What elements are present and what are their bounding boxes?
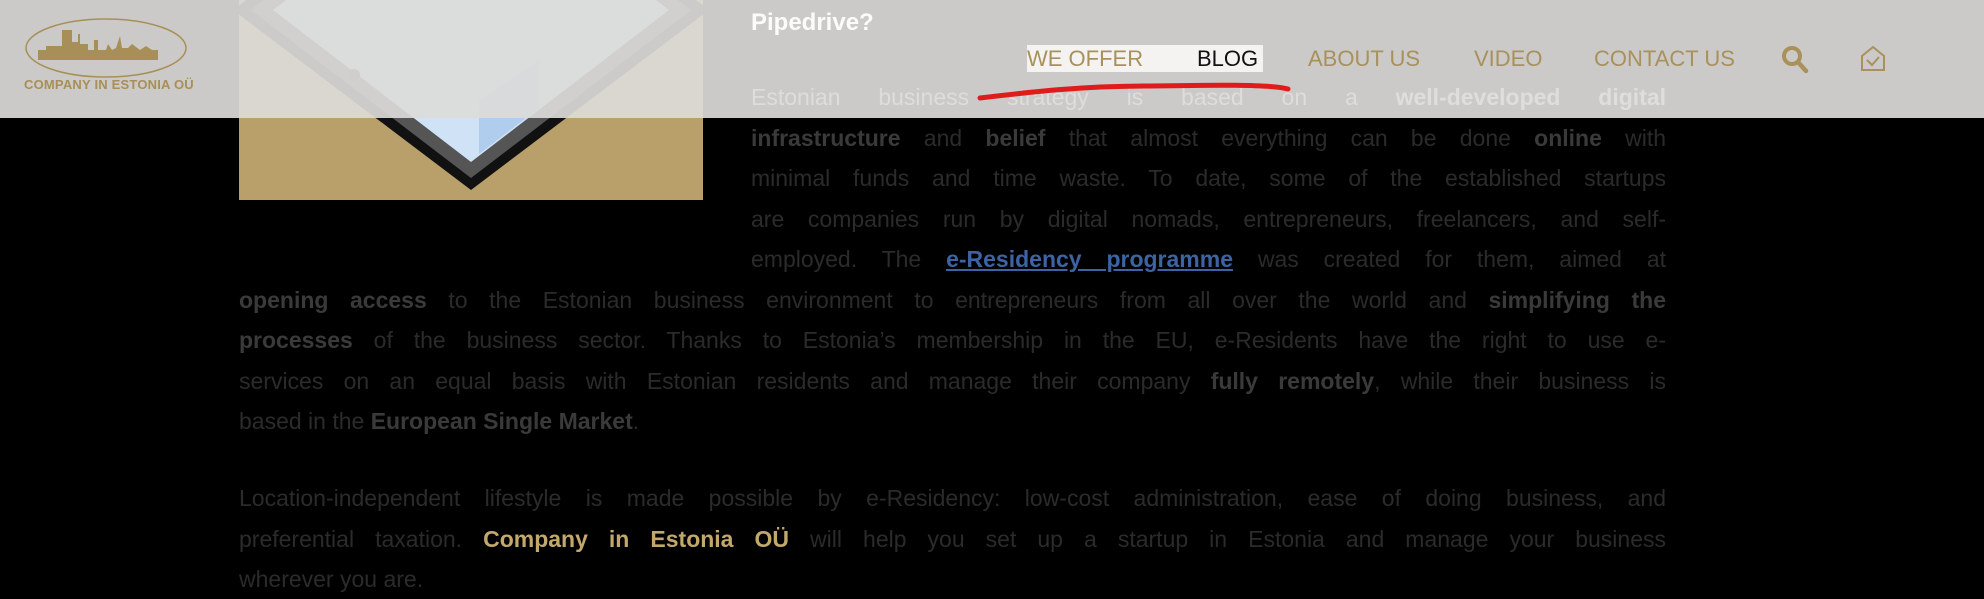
red-annotation-stroke: [977, 82, 1291, 101]
nav-blog[interactable]: BLOG: [1197, 44, 1258, 74]
text-line: wherever you are.: [239, 559, 1666, 599]
text-line: opening access to the Estonian business …: [239, 280, 1666, 320]
text-segment: minimal funds and time waste. To date, s…: [751, 165, 1666, 191]
text-line: infrastructure and belief that almost ev…: [751, 118, 1666, 158]
search-icon[interactable]: [1780, 44, 1810, 74]
text-segment: and: [900, 125, 986, 151]
bold-text: opening access: [239, 287, 427, 313]
bold-text: fully remotely: [1210, 368, 1375, 394]
text-segment: Location-independent lifestyle is made p…: [239, 485, 1666, 511]
text-segment: was created for them, aimed at: [1233, 246, 1667, 272]
nav-contact-us[interactable]: CONTACT US: [1594, 44, 1735, 74]
mail-icon[interactable]: [1858, 44, 1888, 74]
text-segment: with: [1601, 125, 1667, 151]
text-line: are companies run by digital nomads, ent…: [751, 199, 1666, 239]
logo-text: COMPANY IN ESTONIA OÜ: [24, 77, 194, 92]
text-segment: , while their business is: [1374, 368, 1666, 394]
text-line: processes of the business sector. Thanks…: [239, 320, 1666, 360]
text-line: based in the European Single Market.: [239, 401, 1666, 441]
e-residency-link[interactable]: e-Residency programme: [946, 246, 1233, 272]
text-line: minimal funds and time waste. To date, s…: [751, 158, 1666, 198]
text-segment: preferential taxation.: [239, 526, 484, 552]
text-segment: services on an equal basis with Estonian…: [239, 368, 1211, 394]
bold-text: online: [1534, 125, 1602, 151]
bold-text: simplifying the: [1488, 287, 1667, 313]
text-segment: are companies run by digital nomads, ent…: [751, 206, 1666, 232]
text-segment: that almost everything can be done: [1045, 125, 1535, 151]
brand-name: Company in Estonia OÜ: [483, 526, 790, 552]
article-heading: Pipedrive?: [751, 9, 874, 36]
nav-about-us[interactable]: ABOUT US: [1308, 44, 1420, 74]
text-line: Location-independent lifestyle is made p…: [239, 478, 1666, 518]
nav-video[interactable]: VIDEO: [1474, 44, 1542, 74]
bold-text: European Single Market: [370, 408, 633, 434]
nav-we-offer[interactable]: WE OFFER: [1027, 44, 1143, 74]
text-segment: of the business sector. Thanks to Estoni…: [352, 327, 1666, 353]
text-segment: employed. The: [751, 246, 947, 272]
bold-text: belief: [985, 125, 1046, 151]
bold-text: infrastructure: [751, 125, 901, 151]
bold-text: processes: [239, 327, 353, 353]
text-segment: to the Estonian business environment to …: [426, 287, 1489, 313]
text-line: employed. The e-Residency programme was …: [751, 239, 1666, 279]
text-segment: based in the: [239, 408, 371, 434]
text-line: services on an equal basis with Estonian…: [239, 361, 1666, 401]
text-segment: .: [632, 408, 640, 434]
text-segment: wherever you are.: [239, 566, 424, 592]
text-segment: will help you set up a startup in Estoni…: [789, 526, 1666, 552]
text-line: preferential taxation. Company in Estoni…: [239, 519, 1666, 559]
